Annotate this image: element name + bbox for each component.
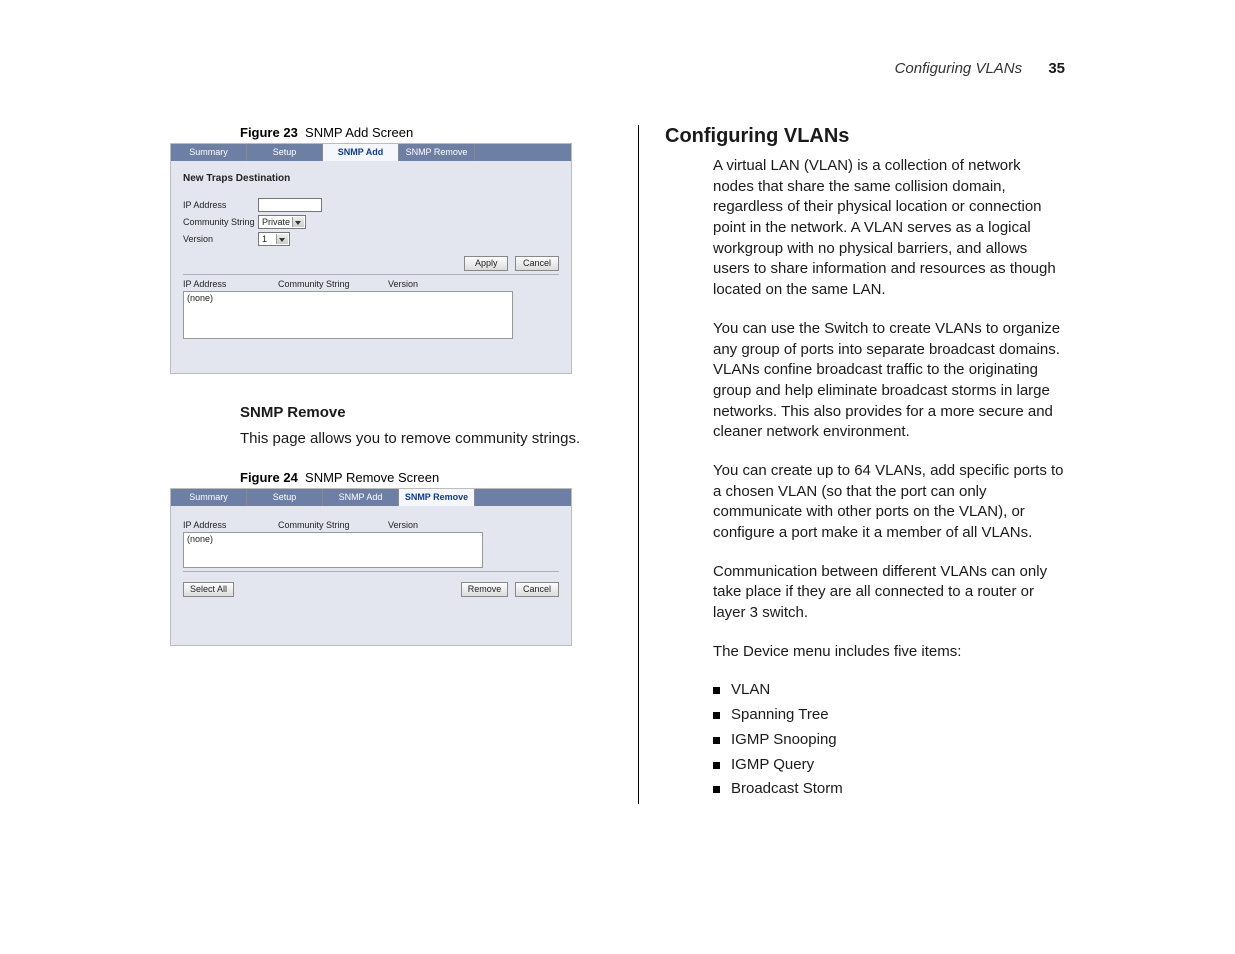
list-item: IGMP Snooping [713,730,1065,751]
figure23-screenshot: Summary Setup SNMP Add SNMP Remove New T… [170,143,572,374]
snmp-remove-paragraph: This page allows you to remove community… [240,429,596,450]
running-title: Configuring VLANs [895,60,1023,77]
remove-button[interactable]: Remove [461,582,509,597]
ip-address-input[interactable] [258,198,322,212]
fig23-tabs: Summary Setup SNMP Add SNMP Remove [171,144,571,161]
figure23-caption: Figure 23 SNMP Add Screen [240,125,596,140]
tab-snmp-remove[interactable]: SNMP Remove [399,144,475,161]
fig23-section-title: New Traps Destination [183,173,559,184]
fig24-listbox[interactable]: (none) [183,532,483,568]
tab-setup[interactable]: Setup [247,489,323,506]
list-item: Spanning Tree [713,705,1065,726]
list-item: Broadcast Storm [713,779,1065,800]
community-string-select[interactable]: Private [258,215,306,229]
cancel-button[interactable]: Cancel [515,582,559,597]
cancel-button[interactable]: Cancel [515,256,559,271]
device-menu-list: VLAN Spanning Tree IGMP Snooping IGMP Qu… [713,680,1065,799]
section-heading: Configuring VLANs [665,125,1065,148]
fig23-listbox[interactable]: (none) [183,291,513,339]
paragraph: The Device menu includes five items: [713,642,1065,663]
tab-setup[interactable]: Setup [247,144,323,161]
list-item: VLAN [713,680,1065,701]
paragraph: Communication between different VLANs ca… [713,562,1065,624]
tab-snmp-add[interactable]: SNMP Add [323,489,399,506]
paragraph: You can use the Switch to create VLANs t… [713,319,1065,443]
label-community: Community String [183,217,258,227]
figure24-caption: Figure 24 SNMP Remove Screen [240,470,596,485]
fig24-tabs: Summary Setup SNMP Add SNMP Remove [171,489,571,506]
figure24-screenshot: Summary Setup SNMP Add SNMP Remove IP Ad… [170,488,572,646]
tab-snmp-remove[interactable]: SNMP Remove [399,489,475,506]
list-item: IGMP Query [713,755,1065,776]
label-version: Version [183,234,258,244]
tab-summary[interactable]: Summary [171,144,247,161]
snmp-remove-heading: SNMP Remove [240,404,596,421]
tab-summary[interactable]: Summary [171,489,247,506]
select-all-button[interactable]: Select All [183,582,234,597]
tab-snmp-add[interactable]: SNMP Add [323,144,399,161]
paragraph: A virtual LAN (VLAN) is a collection of … [713,156,1065,301]
version-select[interactable]: 1 [258,232,290,246]
fig24-table-header: IP Address Community String Version [183,520,559,530]
apply-button[interactable]: Apply [464,256,508,271]
label-ip: IP Address [183,200,258,210]
fig23-table-header: IP Address Community String Version [183,279,559,289]
page-number: 35 [1048,60,1065,77]
paragraph: You can create up to 64 VLANs, add speci… [713,461,1065,544]
running-header: Configuring VLANs 35 [170,60,1065,77]
